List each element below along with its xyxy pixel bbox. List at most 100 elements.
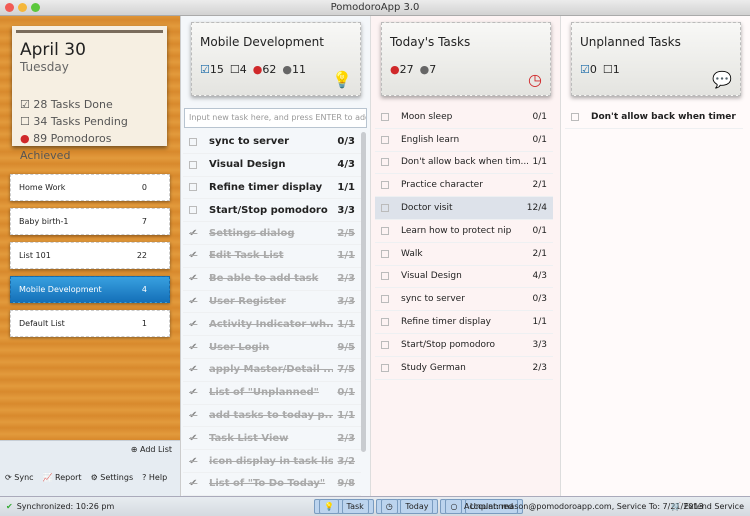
checkmark-icon[interactable]: ✔ <box>189 296 197 307</box>
list-item[interactable]: Mobile Development 4 <box>10 276 170 303</box>
sync-label: Sync <box>14 473 34 482</box>
today-view-button[interactable]: ◷ Today <box>375 499 439 514</box>
task-row[interactable]: ✔ Task List View 2/3 <box>183 427 361 451</box>
task-row[interactable]: sync to server 0/3 <box>375 288 553 312</box>
task-row[interactable]: English learn 0/1 <box>375 129 553 152</box>
list-item[interactable]: Baby birth-1 7 <box>10 208 170 235</box>
today-title: Today's Tasks <box>390 35 471 49</box>
task-checkbox[interactable] <box>381 318 389 327</box>
task-view-button[interactable]: 💡 Task <box>314 499 374 514</box>
task-pomodoro-count: 3/3 <box>337 295 355 307</box>
task-checkbox[interactable] <box>381 249 389 258</box>
task-row[interactable]: ✔ Be able to add task 2/3 <box>183 268 361 291</box>
task-row[interactable]: ✔ Activity Indicator wh... 1/1 <box>183 313 361 337</box>
task-row[interactable]: Visual Design 4/3 <box>183 154 361 177</box>
tasks-pending: 34 Tasks Pending <box>33 115 128 128</box>
task-checkbox[interactable] <box>571 112 579 121</box>
task-checkbox[interactable] <box>189 137 197 146</box>
add-list-label: Add List <box>139 445 172 454</box>
task-checkbox[interactable] <box>381 363 389 372</box>
clipboard-icon: ☐ <box>20 115 30 128</box>
task-row[interactable]: Moon sleep 0/1 <box>375 106 553 129</box>
task-checkbox[interactable] <box>381 272 389 281</box>
task-row[interactable]: Start/Stop pomodoro 3/3 <box>183 199 361 223</box>
task-checkbox[interactable] <box>381 226 389 235</box>
task-name: Activity Indicator wh... <box>209 318 334 330</box>
checkmark-icon[interactable]: ✔ <box>189 273 197 284</box>
task-pomodoro-count: 0/3 <box>337 136 355 148</box>
task-name: Visual Design <box>209 159 286 171</box>
list-name: Home Work <box>19 183 66 192</box>
checkmark-icon[interactable]: ✔ <box>189 410 197 421</box>
minimize-button[interactable] <box>18 3 27 12</box>
task-row[interactable]: ✔ User Login 9/5 <box>183 336 361 359</box>
task-pomodoro-count: 0/1 <box>337 387 355 399</box>
checkmark-icon[interactable]: ✔ <box>189 478 197 489</box>
report-button[interactable]: 📈 Report <box>43 473 82 482</box>
task-row[interactable]: ✔ User Register 3/3 <box>183 291 361 314</box>
task-pomodoro-count: 2/3 <box>337 273 355 285</box>
task-row[interactable]: Refine timer display 1/1 <box>375 311 553 334</box>
task-checkbox[interactable] <box>381 112 389 121</box>
task-row[interactable]: Don't allow back when timer p... <box>565 106 743 129</box>
checkmark-icon[interactable]: ✔ <box>189 342 197 353</box>
task-name: User Login <box>209 341 270 353</box>
pomodoro-count: ●27 <box>390 63 414 76</box>
list-item[interactable]: List 101 22 <box>10 242 170 269</box>
checkmark-icon[interactable]: ✔ <box>189 319 197 330</box>
checkmark-icon[interactable]: ✔ <box>189 250 197 261</box>
task-checkbox[interactable] <box>381 295 389 304</box>
task-row[interactable]: Study German 2/3 <box>375 357 553 380</box>
task-row[interactable]: ✔ apply Master/Detail ... 7/5 <box>183 359 361 382</box>
task-name: Study German <box>401 362 466 373</box>
help-button[interactable]: ? Help <box>142 473 167 482</box>
task-checkbox[interactable] <box>189 160 197 169</box>
task-checkbox[interactable] <box>381 158 389 167</box>
task-checkbox[interactable] <box>381 340 389 349</box>
task-checkbox[interactable] <box>189 183 197 192</box>
task-row[interactable]: ✔ icon display in task list 3/2 <box>183 450 361 473</box>
pending-count: ☐1 <box>602 63 620 76</box>
task-row[interactable]: sync to server 0/3 <box>183 131 361 154</box>
scrollbar[interactable] <box>361 132 366 452</box>
task-row[interactable]: ✔ List of "To Do Today" 9/8 <box>183 473 361 496</box>
checkmark-icon[interactable]: ✔ <box>189 364 197 375</box>
task-row[interactable]: Start/Stop pomodoro 3/3 <box>375 334 553 357</box>
checkmark-icon[interactable]: ✔ <box>189 387 197 398</box>
task-row[interactable]: Practice character 2/1 <box>375 174 553 198</box>
task-pomodoro-count: 9/8 <box>337 478 355 490</box>
list-item[interactable]: Home Work 0 <box>10 174 170 201</box>
task-pomodoro-count: 0/3 <box>532 294 547 305</box>
checkmark-icon[interactable]: ✔ <box>189 456 197 467</box>
task-row[interactable]: Learn how to protect nip 0/1 <box>375 220 553 243</box>
new-task-input[interactable]: Input new task here, and press ENTER to … <box>184 108 367 128</box>
sync-button[interactable]: ⟳ Sync <box>5 473 34 482</box>
checkmark-icon[interactable]: ✔ <box>189 433 197 444</box>
add-list-button[interactable]: ⊕ Add List <box>131 445 172 454</box>
task-checkbox[interactable] <box>381 204 389 213</box>
task-row[interactable]: ✔ Edit Task List 1/1 <box>183 245 361 268</box>
task-checkbox[interactable] <box>189 206 197 215</box>
task-row[interactable]: ✔ add tasks to today p... 1/1 <box>183 405 361 428</box>
weekday: Tuesday <box>20 60 69 74</box>
task-row[interactable]: Refine timer display 1/1 <box>183 177 361 200</box>
task-checkbox[interactable] <box>381 135 389 144</box>
speech-bubble-icon: 💬 <box>712 70 732 89</box>
task-row[interactable]: ✔ Settings dialog 2/5 <box>183 222 361 245</box>
list-header-card: Mobile Development ☑15 ☐4 ●62 ●11 💡 <box>191 22 361 96</box>
close-button[interactable] <box>5 3 14 12</box>
task-pomodoro-count: 2/1 <box>532 180 547 191</box>
task-row[interactable]: Don't allow back when tim... 1/1 <box>375 152 553 175</box>
zoom-button[interactable] <box>31 3 40 12</box>
task-row[interactable]: Doctor visit 12/4 <box>375 197 553 220</box>
unplanned-task-list: Don't allow back when timer p... <box>565 106 743 129</box>
list-item[interactable]: Default List 1 <box>10 310 170 337</box>
checked-clipboard-icon: ☑ <box>580 63 590 76</box>
task-checkbox[interactable] <box>381 181 389 190</box>
task-row[interactable]: ✔ List of "Unplanned" 0/1 <box>183 382 361 405</box>
task-row[interactable]: Visual Design 4/3 <box>375 266 553 289</box>
settings-button[interactable]: ⚙ Settings <box>91 473 134 482</box>
extend-service-button[interactable]: 🛒 Extend Service <box>671 502 744 511</box>
task-row[interactable]: Walk 2/1 <box>375 243 553 266</box>
checkmark-icon[interactable]: ✔ <box>189 228 197 239</box>
